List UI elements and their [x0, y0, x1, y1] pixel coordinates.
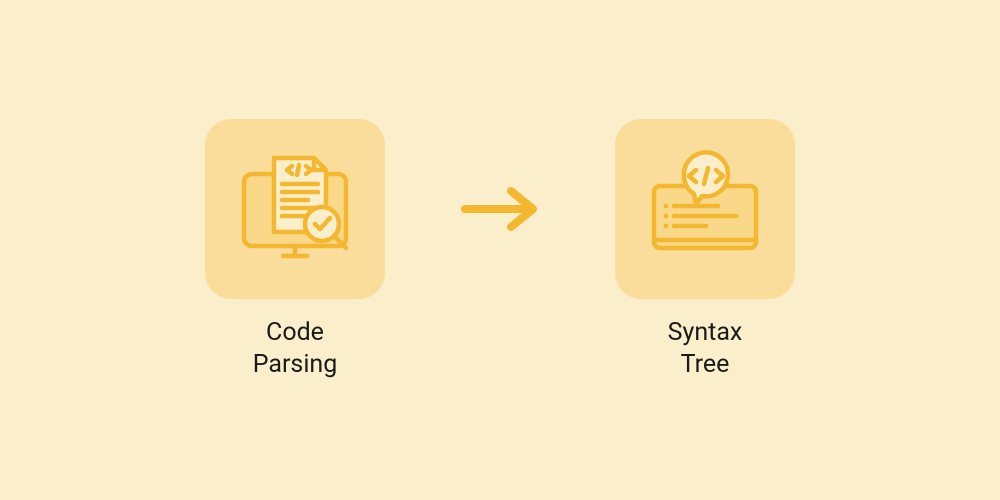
label-code-parsing: Code Parsing [253, 317, 338, 382]
node-syntax-tree: Syntax Tree [615, 119, 795, 382]
tile-code-parsing [205, 119, 385, 299]
arrow-right-icon [455, 179, 545, 239]
diagram-flow: Code Parsing [205, 119, 795, 382]
label-syntax-tree: Syntax Tree [668, 317, 743, 382]
arrow-right [455, 119, 545, 299]
tile-syntax-tree [615, 119, 795, 299]
code-monitor-icon [640, 144, 770, 274]
node-code-parsing: Code Parsing [205, 119, 385, 382]
code-review-icon [230, 144, 360, 274]
